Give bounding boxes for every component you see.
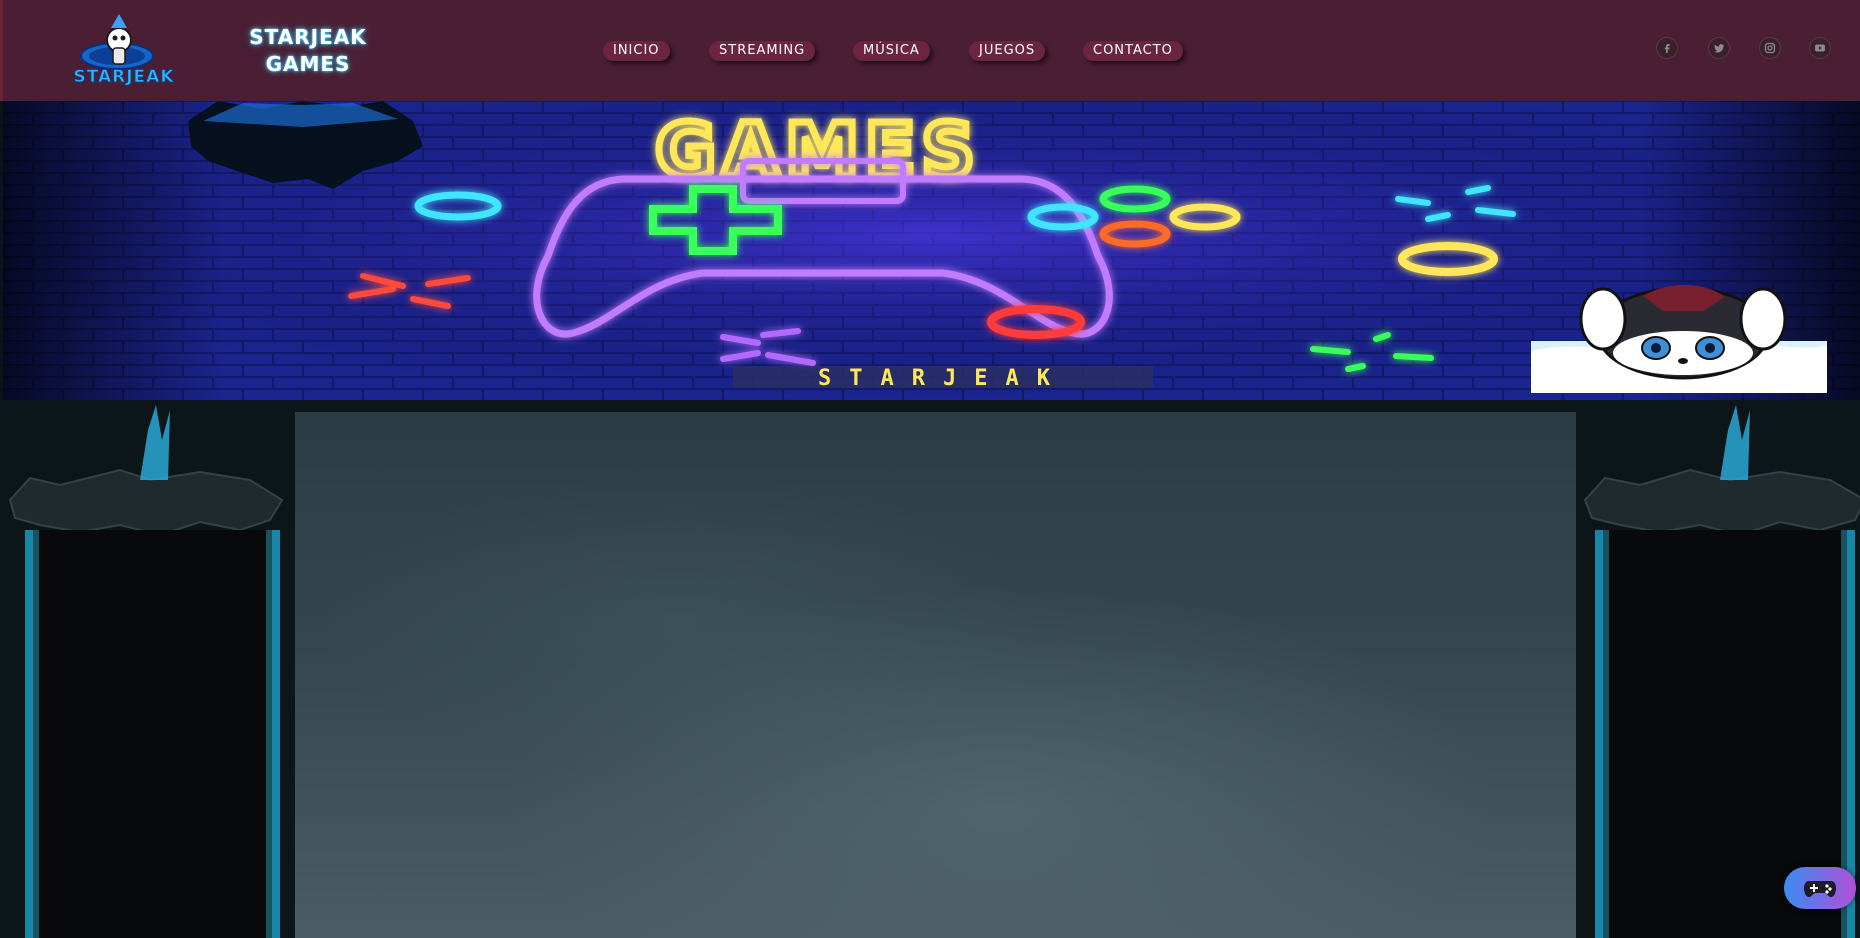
banner-signature: STARJEAK bbox=[818, 366, 1068, 391]
left-pillar-decoration bbox=[0, 400, 290, 938]
twitter-icon[interactable] bbox=[1708, 37, 1730, 59]
nav-streaming[interactable]: STREAMING bbox=[709, 41, 816, 61]
right-pillar-decoration bbox=[1580, 400, 1860, 938]
logo-text: STARJEAK bbox=[73, 67, 174, 87]
youtube-icon[interactable] bbox=[1809, 37, 1831, 59]
hero-banner: GAMES STARJEAK bbox=[3, 101, 1860, 400]
nav-contacto[interactable]: CONTACTO bbox=[1083, 41, 1183, 61]
main-area bbox=[0, 400, 1860, 938]
main-nav: INICIO STREAMING MÚSICA JUEGOS CONTACTO bbox=[3, 41, 1860, 61]
nav-juegos[interactable]: JUEGOS bbox=[969, 41, 1046, 61]
gamepad-floating-button[interactable] bbox=[1784, 867, 1856, 909]
site-header: STARJEAK STARJEAK GAMES INICIO STREAMING… bbox=[0, 0, 1860, 101]
facebook-icon[interactable] bbox=[1656, 37, 1678, 59]
gamepad-icon bbox=[1804, 881, 1836, 897]
instagram-icon[interactable] bbox=[1759, 37, 1781, 59]
content-panel bbox=[295, 412, 1576, 938]
nav-inicio[interactable]: INICIO bbox=[603, 41, 670, 61]
nav-musica[interactable]: MÚSICA bbox=[853, 41, 930, 61]
neon-banner-art: GAMES STARJEAK bbox=[3, 101, 1860, 400]
